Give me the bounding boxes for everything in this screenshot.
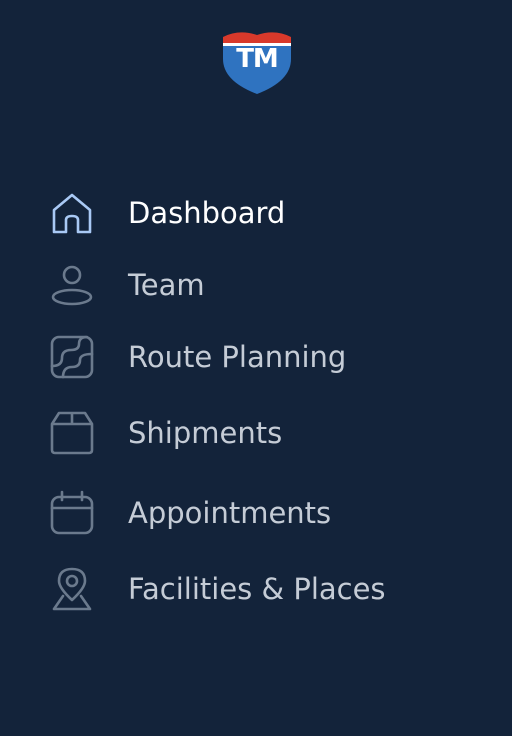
map-pin-icon xyxy=(44,561,100,617)
sidebar: TM Dashboard Team Route Planning Shipmen… xyxy=(0,0,512,736)
nav-label-shipments: Shipments xyxy=(128,415,283,450)
home-icon xyxy=(44,185,100,241)
route-map-icon xyxy=(44,329,100,385)
nav-label-facilities-places: Facilities & Places xyxy=(128,571,386,606)
nav-item-route-planning[interactable]: Route Planning xyxy=(44,329,484,385)
nav-item-facilities-places[interactable]: Facilities & Places xyxy=(44,561,484,617)
nav-label-appointments: Appointments xyxy=(128,495,332,530)
nav-item-dashboard[interactable]: Dashboard xyxy=(44,185,484,241)
nav-item-team[interactable]: Team xyxy=(44,257,484,313)
nav-label-route-planning: Route Planning xyxy=(128,339,347,374)
logo-text: TM xyxy=(236,44,279,74)
calendar-icon xyxy=(44,485,100,541)
nav-item-appointments[interactable]: Appointments xyxy=(44,485,484,541)
box-icon xyxy=(44,405,100,461)
nav-label-team: Team xyxy=(128,267,205,302)
user-icon xyxy=(44,257,100,313)
brand-logo[interactable]: TM xyxy=(221,29,293,95)
nav-item-shipments[interactable]: Shipments xyxy=(44,405,484,461)
nav-label-dashboard: Dashboard xyxy=(128,195,286,230)
